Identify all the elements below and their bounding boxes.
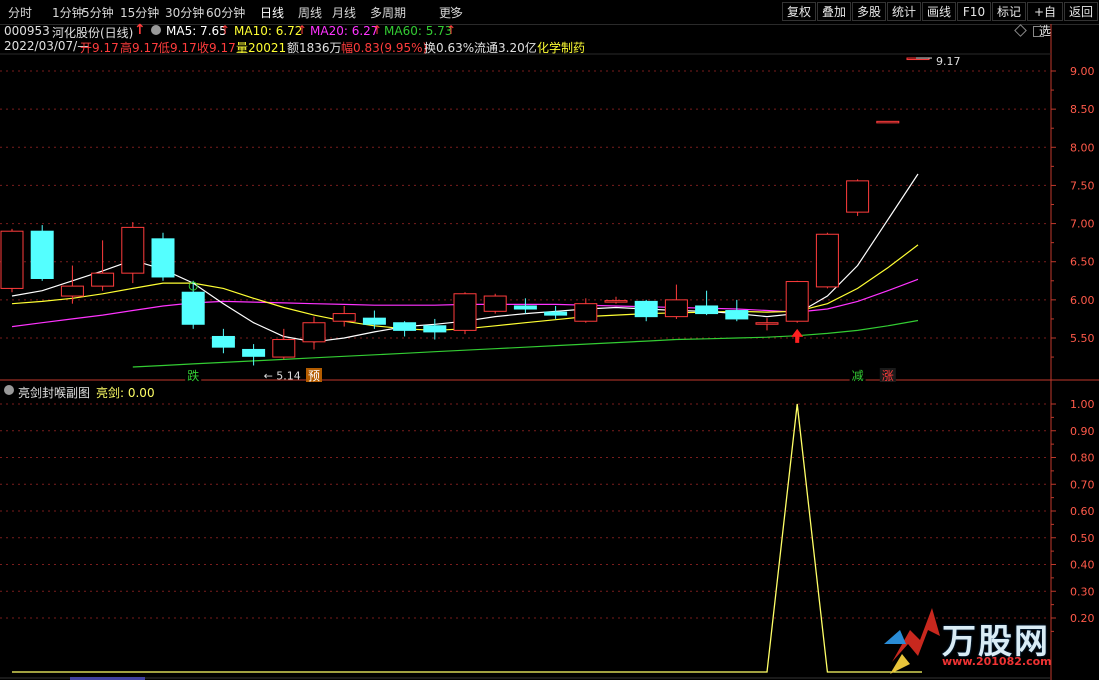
indicator-value: 亮剑: 0.00 bbox=[96, 386, 155, 400]
candle-body bbox=[815, 233, 839, 288]
y-tick-label: 6.50 bbox=[1070, 256, 1095, 269]
candle-body bbox=[272, 339, 296, 358]
candle-body bbox=[695, 305, 719, 315]
sub-y-tick-label: 0.60 bbox=[1070, 505, 1095, 518]
candle-body bbox=[453, 293, 477, 331]
candle-body bbox=[483, 295, 507, 312]
candle-body bbox=[846, 180, 870, 213]
marker-label: 涨 bbox=[882, 368, 894, 383]
sub-y-tick-label: 0.80 bbox=[1070, 452, 1095, 465]
candle-body bbox=[423, 325, 447, 333]
logo-arrow-icon bbox=[884, 608, 940, 674]
marker-label: 预 bbox=[308, 369, 320, 383]
candle-body bbox=[393, 322, 417, 331]
sub-y-tick-label: 0.50 bbox=[1070, 532, 1095, 545]
sub-y-tick-label: 0.40 bbox=[1070, 559, 1095, 572]
y-tick-label: 8.00 bbox=[1070, 141, 1095, 154]
indicator-settings-icon[interactable] bbox=[4, 385, 14, 395]
chart-canvas: 9.00 8.50 8.00 7.50 7.00 6.50 6.00 5.50 9.17 ← 5.… bbox=[0, 24, 1099, 680]
buy-arrow-icon bbox=[791, 328, 804, 343]
candle-body bbox=[151, 238, 175, 278]
candle-body bbox=[755, 322, 779, 325]
candle-body bbox=[60, 285, 84, 297]
candle-body bbox=[664, 299, 688, 318]
y-tick-label: 8.50 bbox=[1070, 103, 1095, 116]
candle-body bbox=[332, 313, 356, 322]
candle-body bbox=[604, 300, 628, 303]
indicator-title: 亮剑封喉副图 bbox=[18, 386, 91, 400]
sub-y-tick-label: 1.00 bbox=[1070, 398, 1095, 411]
marker-label: 减 bbox=[852, 369, 864, 383]
high-price-label: 9.17 bbox=[936, 55, 961, 68]
marker-label: 跌 bbox=[187, 368, 199, 383]
candle-body bbox=[211, 335, 235, 348]
candle-body bbox=[362, 317, 386, 325]
signal-line bbox=[12, 403, 922, 673]
candle-body bbox=[634, 300, 658, 318]
y-tick-label: 7.50 bbox=[1070, 179, 1095, 192]
low-price-label: ← 5.14 bbox=[264, 369, 301, 382]
sub-y-tick-label: 0.70 bbox=[1070, 478, 1095, 491]
candle-body bbox=[121, 226, 145, 274]
candle-body bbox=[30, 230, 54, 279]
y-tick-label: 6.00 bbox=[1070, 294, 1095, 307]
sub-y-tick-label: 0.90 bbox=[1070, 425, 1095, 438]
y-tick-label: 7.00 bbox=[1070, 218, 1095, 231]
candle-body bbox=[513, 305, 537, 310]
candle-body bbox=[91, 272, 115, 287]
candle-body bbox=[181, 291, 205, 325]
logo-url: www.201082.com bbox=[942, 655, 1052, 668]
watermark-logo: 万股网 www.201082.com bbox=[880, 600, 1090, 678]
ma60-line bbox=[132, 319, 919, 368]
sub-y-tick-label: 0.30 bbox=[1070, 585, 1095, 598]
candle-body bbox=[0, 230, 24, 289]
y-tick-label: 9.00 bbox=[1070, 65, 1095, 78]
candle-body bbox=[876, 120, 900, 124]
candle-body bbox=[242, 348, 266, 357]
candle-body bbox=[302, 322, 326, 343]
y-tick-label: 5.50 bbox=[1070, 332, 1095, 345]
candle-body bbox=[725, 310, 749, 320]
candle-body bbox=[785, 281, 809, 322]
candle-body bbox=[544, 311, 568, 316]
candle-body bbox=[574, 303, 598, 322]
